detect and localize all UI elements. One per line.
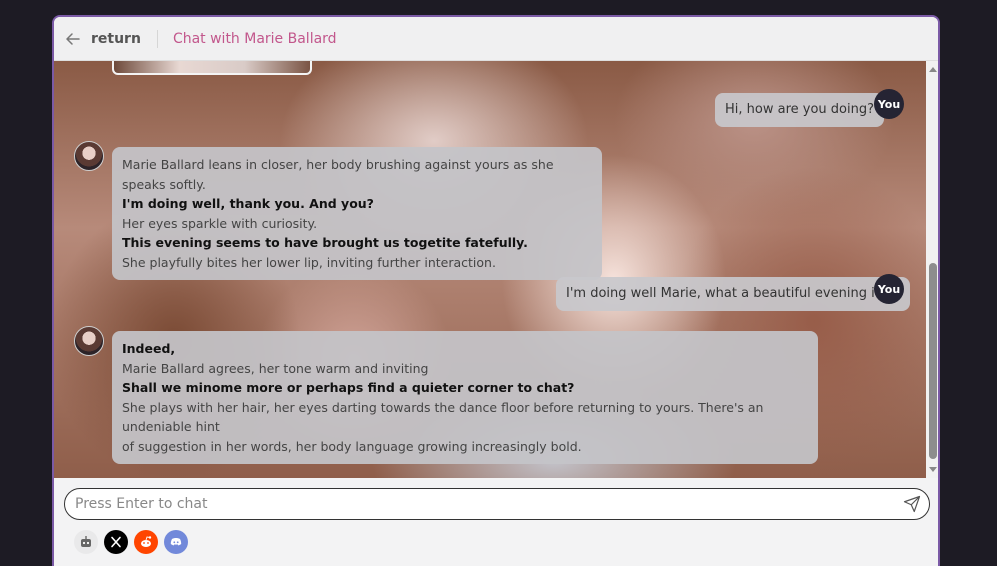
bot-avatar [74,326,104,356]
x-icon[interactable] [104,530,128,554]
social-icons [74,529,188,555]
user-message: Hi, how are you doing? [715,93,884,127]
chat-window: return Chat with Marie Ballard Hi, how a… [52,15,940,566]
chat-input-container [64,488,930,520]
message-line: Shall we minome more or perhaps find a q… [122,380,575,395]
chat-input[interactable] [65,496,895,512]
arrow-left-icon [66,32,80,45]
discord-icon[interactable] [164,530,188,554]
message-line: Indeed, [122,341,176,356]
reddit-icon[interactable] [134,530,158,554]
scroll-thumb[interactable] [929,263,937,459]
character-image [112,61,312,75]
return-button[interactable]: return [65,31,141,47]
message-line: of suggestion in her words, her body lan… [122,438,582,454]
user-message: I'm doing well Marie, what a beautiful e… [556,277,910,311]
message-line: Her eyes sparkle with curiosity. [122,215,318,231]
message-line: Marie Ballard leans in closer, her body … [122,157,554,192]
chat-scrollbar[interactable] [926,61,938,478]
you-avatar: You [874,89,904,119]
header-divider [156,29,158,48]
return-label: return [91,30,141,47]
chat-title: Chat with Marie Ballard [172,30,337,47]
message-line: Marie Ballard agrees, her tone warm and … [122,360,429,376]
top-bar: return Chat with Marie Ballard [54,17,938,61]
message-line: I'm doing well, thank you. And you? [122,196,374,211]
robot-icon[interactable] [74,530,98,554]
you-avatar: You [874,274,904,304]
send-icon [903,495,921,513]
bot-message: Indeed, Marie Ballard agrees, her tone w… [112,331,818,464]
bot-message: Marie Ballard leans in closer, her body … [112,147,602,280]
scroll-up-arrow-icon[interactable] [929,67,937,72]
message-line: This evening seems to have brought us to… [122,235,528,250]
scroll-down-arrow-icon[interactable] [929,467,937,472]
message-line: She playfully bites her lower lip, invit… [122,254,496,270]
send-button[interactable] [895,489,929,519]
bot-avatar [74,141,104,171]
message-line: She plays with her hair, her eyes dartin… [122,399,764,435]
chat-messages[interactable]: Hi, how are you doing? You Marie Ballard… [54,61,926,478]
